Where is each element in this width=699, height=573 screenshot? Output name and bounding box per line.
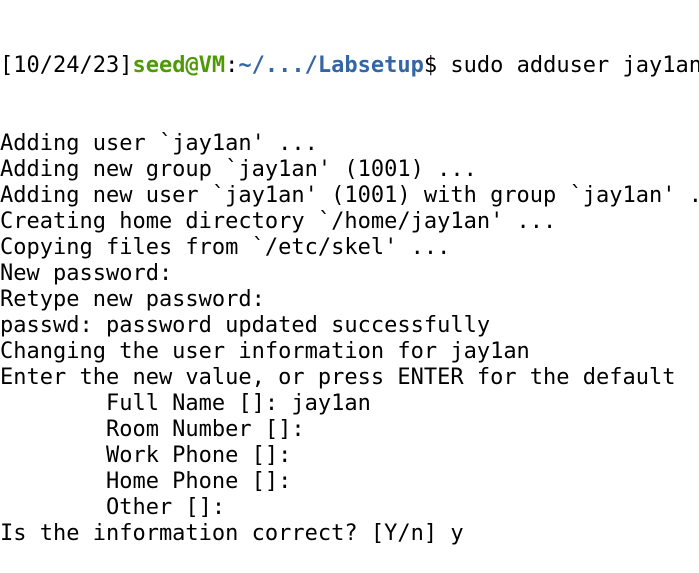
terminal[interactable]: [10/24/23]seed@VM:~/.../Labsetup$ sudo a…: [0, 0, 699, 573]
output-line: Enter the new value, or press ENTER for …: [0, 365, 676, 390]
output-line: Retype new password:: [0, 287, 265, 312]
output-line: Home Phone []:: [0, 469, 292, 494]
output-line: passwd: password updated successfully: [0, 313, 491, 338]
output-line: Changing the user information for jay1an: [0, 339, 530, 364]
command-text: sudo adduser jay1an: [450, 53, 699, 78]
output-line: Creating home directory `/home/jay1an' .…: [0, 209, 557, 234]
prompt-date: [10/24/23]: [0, 53, 133, 78]
prompt-user-host: seed@VM: [132, 53, 226, 78]
output-line: Room Number []:: [0, 417, 305, 442]
output-line: Adding new user `jay1an' (1001) with gro…: [0, 183, 699, 208]
prompt-symbol: $: [423, 53, 451, 78]
output-line: New password:: [0, 261, 173, 286]
output-line: Copying files from `/etc/skel' ...: [0, 235, 451, 260]
output-line: Adding user `jay1an' ...: [0, 131, 318, 156]
prompt-colon: :: [225, 53, 239, 78]
output-line: Is the information correct? [Y/n] y: [0, 521, 464, 546]
output-line: Full Name []: jay1an: [0, 391, 371, 416]
output-line: Adding new group `jay1an' (1001) ...: [0, 157, 477, 182]
prompt-path: ~/.../Labsetup: [238, 53, 424, 78]
output-line: Work Phone []:: [0, 443, 292, 468]
output-line: Other []:: [0, 495, 226, 520]
prompt-line: [10/24/23]seed@VM:~/.../Labsetup$ sudo a…: [0, 53, 699, 79]
